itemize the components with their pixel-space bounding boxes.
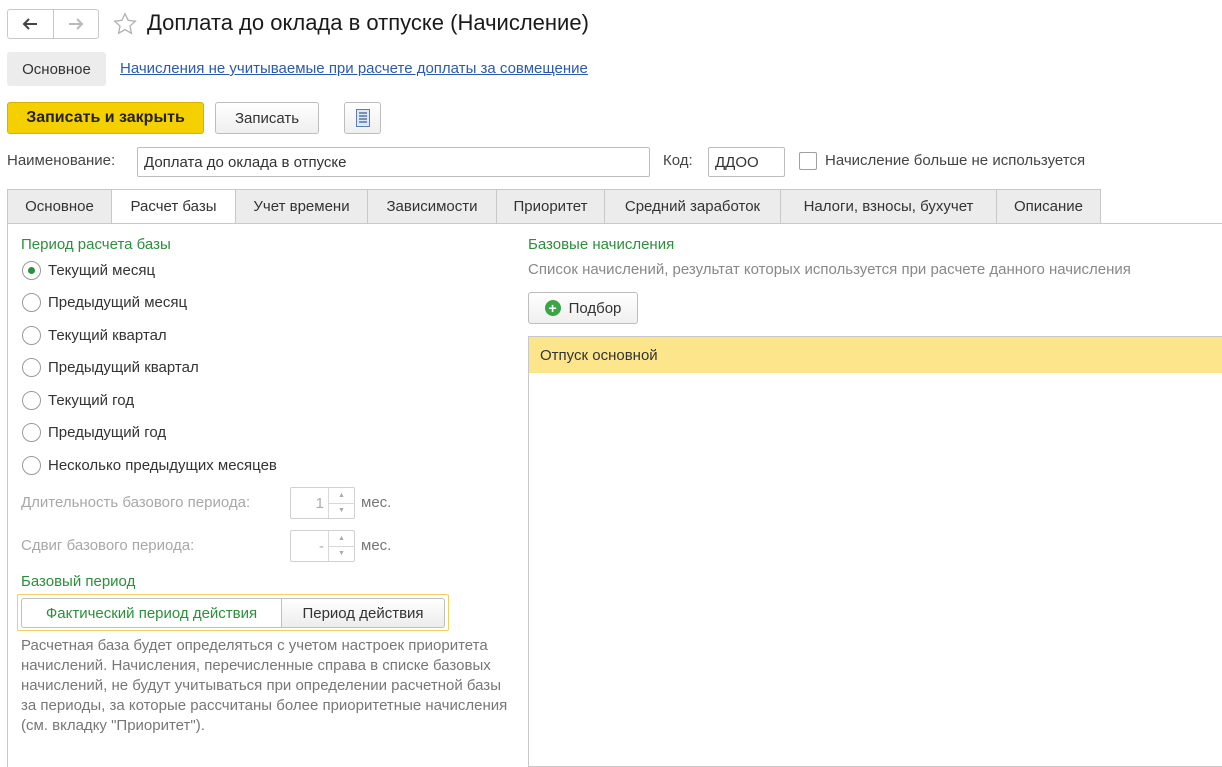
- tab-base-calculation[interactable]: Расчет базы: [111, 189, 235, 224]
- duration-value: 1: [315, 494, 324, 512]
- radio-button[interactable]: [22, 390, 41, 410]
- radio-label: Несколько предыдущих месяцев: [48, 456, 277, 474]
- pick-button[interactable]: + Подбор: [528, 292, 638, 324]
- stepper-down-icon[interactable]: ▼: [329, 502, 354, 519]
- radio-label: Текущий квартал: [48, 326, 167, 344]
- arrow-right-icon: [68, 18, 84, 30]
- stepper-down-icon[interactable]: ▼: [329, 545, 354, 562]
- unused-checkbox[interactable]: [799, 152, 817, 170]
- history-nav: [7, 9, 99, 39]
- tab-time-accounting[interactable]: Учет времени: [235, 189, 367, 224]
- save-and-close-button[interactable]: Записать и закрыть: [7, 102, 204, 134]
- radio-current-year[interactable]: Текущий год: [22, 389, 134, 411]
- tab-dependencies[interactable]: Зависимости: [367, 189, 496, 224]
- tab-bar: Основное Расчет базы Учет времени Зависи…: [7, 189, 1101, 224]
- name-field[interactable]: Доплата до оклада в отпуске: [137, 147, 650, 177]
- arrow-left-icon: [22, 18, 38, 30]
- forward-button[interactable]: [52, 10, 99, 38]
- tab-average-earnings[interactable]: Средний заработок: [604, 189, 780, 224]
- list-item[interactable]: Отпуск основной: [529, 337, 1222, 373]
- base-period-kind-title: Базовый период: [21, 573, 136, 590]
- save-button[interactable]: Записать: [215, 102, 319, 134]
- radio-current-quarter[interactable]: Текущий квартал: [22, 324, 167, 346]
- report-button[interactable]: [344, 102, 381, 134]
- tab-main[interactable]: Основное: [7, 189, 111, 224]
- radio-previous-month[interactable]: Предыдущий месяц: [22, 291, 187, 313]
- duration-label: Длительность базового периода:: [21, 494, 251, 511]
- plus-circle-icon: +: [544, 300, 561, 316]
- name-label: Наименование:: [7, 152, 116, 169]
- radio-button[interactable]: [22, 422, 41, 442]
- base-accruals-title: Базовые начисления: [528, 236, 675, 253]
- shift-value: -: [319, 537, 324, 555]
- radio-current-month[interactable]: Текущий месяц: [22, 259, 155, 281]
- radio-button[interactable]: [22, 292, 41, 312]
- code-label: Код:: [663, 152, 693, 169]
- radio-previous-year[interactable]: Предыдущий год: [22, 421, 166, 443]
- duration-stepper[interactable]: 1 ▲ ▼: [290, 487, 355, 519]
- document-list-icon: [355, 109, 370, 127]
- unused-label: Начисление больше не используется: [825, 152, 1086, 169]
- radio-label: Предыдущий месяц: [48, 293, 188, 311]
- radio-button[interactable]: [22, 325, 41, 345]
- base-period-description: Расчетная база будет определяться с учет…: [21, 637, 508, 734]
- pick-label: Подбор: [568, 299, 622, 317]
- radio-button[interactable]: [22, 357, 41, 377]
- shift-stepper[interactable]: - ▲ ▼: [290, 530, 355, 562]
- base-accruals-subtitle: Список начислений, результат которых исп…: [528, 261, 1131, 278]
- shift-label: Сдвиг базового периода:: [21, 537, 195, 554]
- favorite-star-icon[interactable]: [112, 11, 138, 41]
- switch-action-period[interactable]: Период действия: [281, 598, 445, 628]
- section-tab-main[interactable]: Основное: [7, 52, 106, 86]
- radio-button[interactable]: [22, 260, 41, 280]
- tab-divider: [7, 223, 1222, 224]
- base-period-title: Период расчета базы: [21, 236, 171, 253]
- radio-label: Предыдущий год: [48, 423, 167, 441]
- tab-description[interactable]: Описание: [996, 189, 1101, 224]
- window-title: Доплата до оклада в отпуске (Начисление): [147, 10, 589, 35]
- radio-previous-quarter[interactable]: Предыдущий квартал: [22, 356, 199, 378]
- section-link-excluded-accruals[interactable]: Начисления не учитываемые при расчете до…: [120, 60, 588, 77]
- radio-label: Предыдущий квартал: [48, 358, 199, 376]
- shift-unit: мес.: [361, 537, 392, 554]
- tab-taxes[interactable]: Налоги, взносы, бухучет: [780, 189, 996, 224]
- tab-priority[interactable]: Приоритет: [496, 189, 604, 224]
- code-field[interactable]: ДДОО: [708, 147, 785, 177]
- back-button[interactable]: [8, 10, 53, 38]
- switch-actual-period[interactable]: Фактический период действия: [21, 598, 281, 628]
- duration-unit: мес.: [361, 494, 392, 511]
- radio-label: Текущий год: [48, 391, 135, 409]
- stepper-up-icon[interactable]: ▲: [329, 531, 354, 546]
- radio-button[interactable]: [22, 455, 41, 475]
- panel-border: [7, 223, 8, 767]
- base-accruals-list[interactable]: [528, 336, 1222, 767]
- radio-several-months[interactable]: Несколько предыдущих месяцев: [22, 454, 277, 476]
- radio-label: Текущий месяц: [48, 261, 156, 279]
- stepper-up-icon[interactable]: ▲: [329, 488, 354, 503]
